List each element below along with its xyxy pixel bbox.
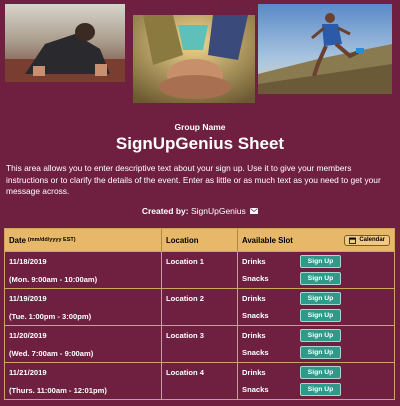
- signup-button[interactable]: Sign Up: [300, 255, 341, 268]
- row-date: 11/19/2019: [9, 294, 47, 303]
- photo-pushup-athlete: [5, 4, 125, 82]
- mail-icon[interactable]: [250, 206, 259, 214]
- slot-item: Drinks Sign Up: [238, 365, 394, 381]
- slot-label: Drinks: [242, 257, 266, 266]
- page-title: SignUpGenius Sheet: [115, 134, 285, 153]
- col-location: Location: [162, 229, 238, 251]
- signup-table: Date (mm/dd/yyyy EST) Location Available…: [4, 228, 395, 400]
- slot-item: Snacks Sign Up: [238, 271, 394, 287]
- creator-name[interactable]: SignUpGenius: [191, 206, 246, 216]
- slot-label: Drinks: [242, 294, 266, 303]
- signup-button[interactable]: Sign Up: [300, 329, 341, 342]
- date-cell: 11/20/2019 (Wed. 7:00am - 9:00am): [5, 326, 162, 362]
- slot-label: Snacks: [242, 274, 269, 283]
- table-row: 11/21/2019 (Thurs. 11:00am - 12:01pm) Lo…: [5, 362, 394, 399]
- created-by-label: Created by:: [141, 206, 189, 216]
- row-time: (Mon. 9:00am - 10:00am): [9, 275, 98, 284]
- col-date-label: Date: [9, 235, 26, 245]
- row-date: 11/21/2019: [9, 368, 47, 377]
- date-cell: 11/21/2019 (Thurs. 11:00am - 12:01pm): [5, 363, 162, 399]
- signup-button[interactable]: Sign Up: [300, 366, 341, 379]
- calendar-button[interactable]: Calendar: [344, 234, 390, 246]
- slot-cell: Drinks Sign Up Snacks Sign Up: [238, 252, 394, 288]
- slot-cell: Drinks Sign Up Snacks Sign Up: [238, 289, 394, 325]
- photo-team-hands: [133, 15, 255, 103]
- slot-cell: Drinks Sign Up Snacks Sign Up: [238, 326, 394, 362]
- col-date: Date (mm/dd/yyyy EST): [5, 229, 162, 251]
- calendar-label: Calendar: [359, 237, 385, 243]
- slot-label: Snacks: [242, 311, 269, 320]
- slot-item: Snacks Sign Up: [238, 382, 394, 398]
- slot-label: Drinks: [242, 368, 266, 377]
- date-cell: 11/18/2019 (Mon. 9:00am - 10:00am): [5, 252, 162, 288]
- slot-label: Snacks: [242, 348, 269, 357]
- sheet-description: This area allows you to enter descriptiv…: [6, 163, 381, 196]
- col-slot: Available Slot Calendar: [238, 234, 394, 246]
- group-name: Group Name: [174, 122, 226, 132]
- slot-item: Snacks Sign Up: [238, 345, 394, 361]
- col-slot-label: Available Slot: [242, 235, 293, 245]
- photo-runner: [258, 4, 392, 94]
- signup-button[interactable]: Sign Up: [300, 383, 341, 396]
- table-row: 11/19/2019 (Tue. 1:00pm - 3:00pm) Locati…: [5, 288, 394, 325]
- signup-button[interactable]: Sign Up: [300, 346, 341, 359]
- header-photos: [0, 0, 400, 110]
- signup-button[interactable]: Sign Up: [300, 309, 341, 322]
- row-location: Location 1: [162, 252, 238, 288]
- table-row: 11/18/2019 (Mon. 9:00am - 10:00am) Locat…: [5, 251, 394, 288]
- created-by: Created by: SignUpGenius: [0, 206, 400, 216]
- row-location: Location 3: [162, 326, 238, 362]
- slot-label: Snacks: [242, 385, 269, 394]
- row-location: Location 2: [162, 289, 238, 325]
- calendar-icon: [349, 237, 357, 244]
- slot-item: Snacks Sign Up: [238, 308, 394, 324]
- row-time: (Thurs. 11:00am - 12:01pm): [9, 386, 107, 395]
- row-location: Location 4: [162, 363, 238, 399]
- row-date: 11/18/2019: [9, 257, 47, 266]
- signup-button[interactable]: Sign Up: [300, 292, 341, 305]
- table-row: 11/20/2019 (Wed. 7:00am - 9:00am) Locati…: [5, 325, 394, 362]
- col-date-format: (mm/dd/yyyy EST): [27, 237, 76, 243]
- slot-item: Drinks Sign Up: [238, 291, 394, 307]
- date-cell: 11/19/2019 (Tue. 1:00pm - 3:00pm): [5, 289, 162, 325]
- slot-item: Drinks Sign Up: [238, 328, 394, 344]
- row-time: (Wed. 7:00am - 9:00am): [9, 349, 94, 358]
- slot-cell: Drinks Sign Up Snacks Sign Up: [238, 363, 394, 399]
- table-header: Date (mm/dd/yyyy EST) Location Available…: [5, 229, 394, 251]
- signup-button[interactable]: Sign Up: [300, 272, 341, 285]
- slot-label: Drinks: [242, 331, 266, 340]
- row-date: 11/20/2019: [9, 331, 47, 340]
- row-time: (Tue. 1:00pm - 3:00pm): [9, 312, 92, 321]
- slot-item: Drinks Sign Up: [238, 254, 394, 270]
